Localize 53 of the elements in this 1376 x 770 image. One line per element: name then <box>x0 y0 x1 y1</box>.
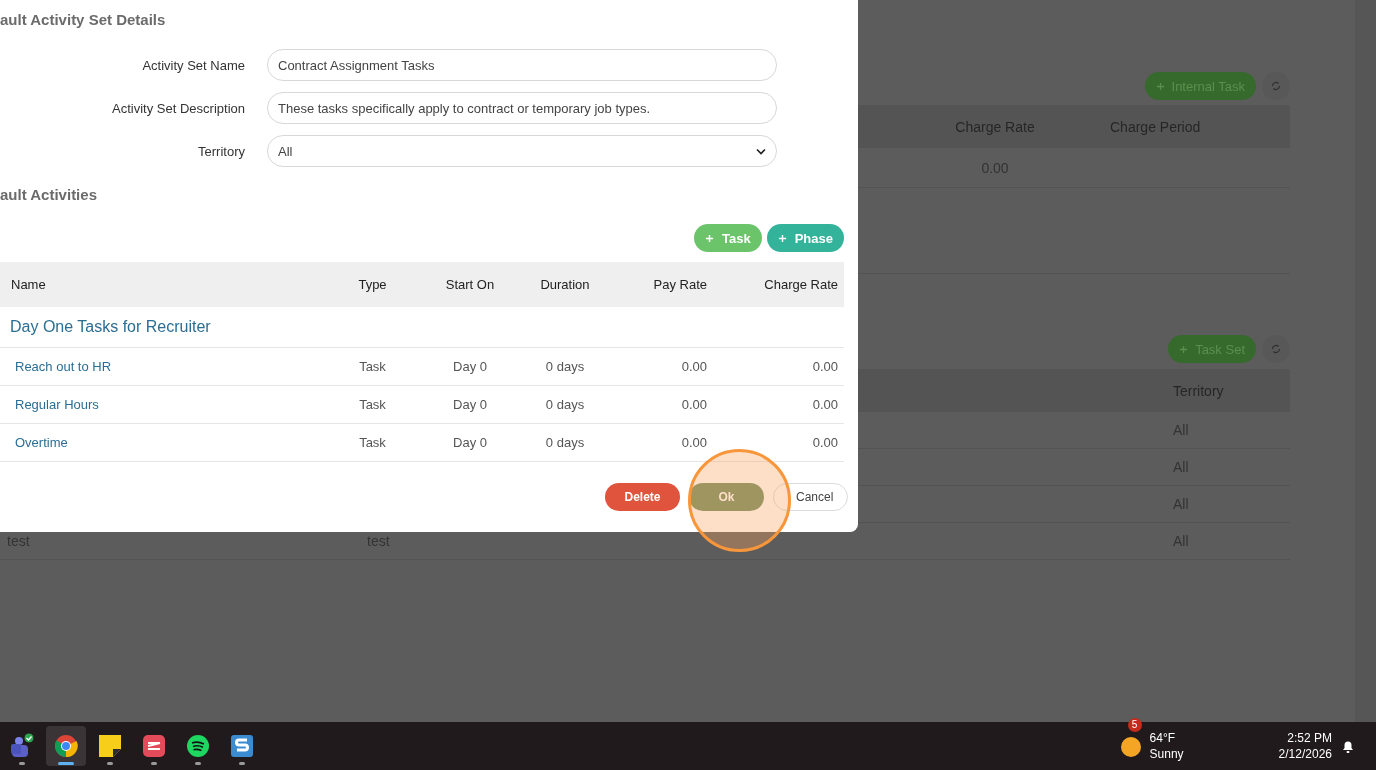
table-cell-text: Day 0 <box>452 435 488 450</box>
plus-icon <box>1155 81 1165 91</box>
task-link[interactable]: Regular Hours <box>15 397 99 412</box>
table-cell-text: 0 days <box>544 359 586 374</box>
table-cell-text: 0.00 <box>680 435 708 450</box>
temperature-text: 64°F <box>1149 730 1177 746</box>
field-label: Activity Set Name <box>141 57 245 73</box>
phase-link[interactable]: Day One Tasks for Recruiter <box>10 318 211 336</box>
sun-icon <box>1119 735 1142 757</box>
task-link[interactable]: Reach out to HR <box>15 359 112 374</box>
delete-button[interactable]: Delete <box>605 483 680 511</box>
music-app-icon <box>186 734 210 758</box>
notification-badge: 5 <box>1127 718 1142 732</box>
column-header: Charge Rate <box>763 277 839 292</box>
table-cell-text: Task <box>358 359 387 374</box>
clock-date[interactable]: 2/12/2026 <box>1278 746 1332 762</box>
browser-icon <box>54 734 78 758</box>
cancel-button[interactable]: Cancel <box>773 483 848 511</box>
table-cell-text: Task <box>358 435 387 450</box>
sticky-note-icon <box>98 734 122 758</box>
table-cell-text: 0 days <box>544 435 586 450</box>
weather-text: Sunny <box>1149 746 1184 762</box>
column-header: Duration <box>539 277 591 292</box>
section-title: ault Activity Set Details <box>0 11 166 28</box>
table-cell-text: 0.00 <box>680 397 708 412</box>
table-cell-text: 0.00 <box>811 397 839 412</box>
column-header: Start On <box>444 277 496 292</box>
table-cell-text: 0.00 <box>811 435 839 450</box>
table-cell-text: Day 0 <box>452 397 488 412</box>
plus-icon <box>777 233 787 243</box>
field-label: Territory <box>197 143 245 159</box>
field-label: Activity Set Description <box>111 100 245 116</box>
people-app-icon <box>9 733 35 759</box>
scrollbar-track[interactable] <box>1355 0 1376 722</box>
column-header: Pay Rate <box>652 277 708 292</box>
column-header: Name <box>10 277 47 292</box>
chevron-down-icon <box>756 147 766 155</box>
section-title: ault Activities <box>0 186 97 203</box>
table-cell-text: 0 days <box>544 397 586 412</box>
table-cell-text: Task <box>358 397 387 412</box>
plus-icon <box>705 233 714 243</box>
clock-time[interactable]: 2:52 PM <box>1287 730 1332 746</box>
table-cell-text: 0.00 <box>811 359 839 374</box>
task-link[interactable]: Overtime <box>15 435 68 450</box>
refresh-icon <box>1270 80 1282 92</box>
refresh-icon <box>1270 343 1282 355</box>
app-icon <box>142 734 166 758</box>
app-icon <box>230 734 254 758</box>
taskbar-button[interactable] <box>46 726 86 766</box>
column-header: Type <box>357 277 388 292</box>
table-cell-text: 0.00 <box>680 359 708 374</box>
plus-icon <box>1179 344 1189 354</box>
table-cell-text: Day 0 <box>452 359 488 374</box>
